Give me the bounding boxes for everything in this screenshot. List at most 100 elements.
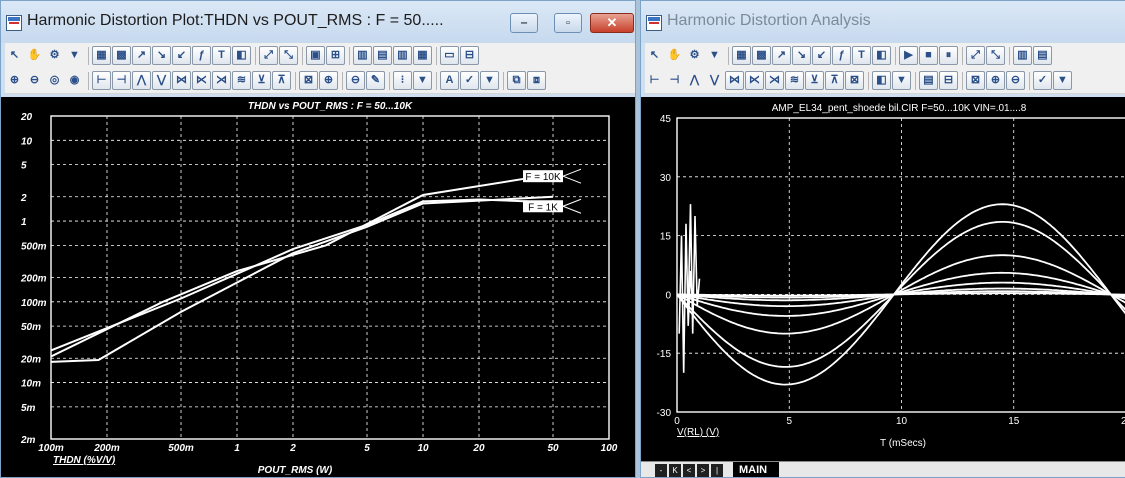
hand-icon[interactable]: ✋ (25, 46, 44, 65)
harmonic-analysis-window[interactable]: Harmonic Distortion Analysis ↖ ✋ ⚙ ▼ ▦ ▩ ↗ ↘ ↙ ƒ T… (640, 0, 1125, 478)
transient-chart[interactable]: 0 5 10 15 20 -30 -15 0 15 30 45 AMP_EL34_pent_shoed… (641, 97, 1125, 461)
minimize-button[interactable]: ‒ (510, 13, 538, 33)
toolbar-button-4[interactable]: ◉ (65, 71, 84, 90)
toolbar-button-5[interactable]: ▦ (732, 46, 751, 65)
thdn-plot-window[interactable]: Harmonic Distortion Plot:THDN vs POUT_RM… (0, 0, 636, 478)
title-bar[interactable]: Harmonic Distortion Plot:THDN vs POUT_RM… (1, 1, 635, 43)
toolbar-button-17[interactable]: ⊖ (346, 71, 365, 90)
toolbar-button-24[interactable]: ⧉ (507, 71, 526, 90)
toolbar-button-16[interactable]: ⊕ (319, 71, 338, 90)
maximize-button[interactable]: ▫ (554, 13, 582, 33)
toolbar-button-13[interactable]: ▶ (899, 46, 918, 65)
toolbar-button-25[interactable]: ⧈ (527, 71, 546, 90)
pointer-icon[interactable]: ↖ (5, 46, 24, 65)
toolbar-button-2[interactable]: ⊖ (25, 71, 44, 90)
toolbar-button-1[interactable]: ↖ (645, 46, 664, 65)
toolbar-button-17[interactable]: ⤡ (986, 46, 1005, 65)
toolbar-button-18[interactable]: ✎ (366, 71, 385, 90)
valley-icon[interactable]: ⊞ (326, 46, 345, 65)
toolbar-button-16[interactable]: ⊠ (966, 71, 985, 90)
panel-2-icon[interactable]: ▤ (373, 46, 392, 65)
toolbar-button-5[interactable]: ⋈ (725, 71, 744, 90)
toolbar-button-2[interactable]: ⊣ (665, 71, 684, 90)
panel-3-icon[interactable]: ▥ (393, 46, 412, 65)
close-button[interactable]: ✕ (590, 13, 634, 33)
dropdown-arrow-icon[interactable]: ▼ (65, 46, 84, 65)
toolbar-button-3[interactable]: ◎ (45, 71, 64, 90)
toolbar-button-6[interactable]: ▩ (752, 46, 771, 65)
toolbar-button-9[interactable]: ⊻ (805, 71, 824, 90)
properties-icon[interactable]: ◧ (232, 46, 251, 65)
toolbar-button-16[interactable]: ⤢ (966, 46, 985, 65)
tab-nav-prev[interactable]: < (683, 464, 695, 477)
tab-nav-last[interactable]: | (711, 464, 723, 477)
toolbar-button-18[interactable]: ⊖ (1006, 71, 1025, 90)
zoom-x-icon[interactable]: ↘ (152, 46, 171, 65)
cursor-2-icon[interactable]: ⤡ (279, 46, 298, 65)
toolbar-button-11[interactable]: T (852, 46, 871, 65)
toolbar-button-6[interactable]: ⋉ (745, 71, 764, 90)
toolbar-button-17[interactable]: ⊕ (986, 71, 1005, 90)
function-icon[interactable]: ƒ (192, 46, 211, 65)
tab-nav-next[interactable]: > (697, 464, 709, 477)
title-bar[interactable]: Harmonic Distortion Analysis (641, 1, 1125, 43)
toolbar-button-12[interactable]: ≋ (232, 71, 251, 90)
tab-nav-begin[interactable]: K (669, 464, 681, 477)
toolbar-button-10[interactable]: ƒ (832, 46, 851, 65)
toolbar-button-3[interactable]: ⚙ (685, 46, 704, 65)
toolbar-button-4[interactable]: ⋁ (705, 71, 724, 90)
toolbar-button-9[interactable]: ⋈ (172, 71, 191, 90)
toolbar-button-10[interactable]: ⋉ (192, 71, 211, 90)
toolbar-button-23[interactable]: ▼ (480, 71, 499, 90)
toolbar-button-7[interactable]: ↗ (772, 46, 791, 65)
toolbar-button-10[interactable]: ⊼ (825, 71, 844, 90)
toolbar-button-8[interactable]: ⋁ (152, 71, 171, 90)
panel-5-icon[interactable]: ▭ (440, 46, 459, 65)
thdn-chart[interactable]: 100m 200m 500m 1 2 5 10 20 50 100 2m 5m 10m 20m 50m 100… (1, 97, 636, 478)
toolbar-button-13[interactable]: ▼ (892, 71, 911, 90)
text-icon[interactable]: T (212, 46, 231, 65)
toolbar-button-12[interactable]: ◧ (872, 71, 891, 90)
toolbar-button-8[interactable]: ≋ (785, 71, 804, 90)
cursor-1-icon[interactable]: ⤢ (259, 46, 278, 65)
toolbar-button-22[interactable]: ✓ (460, 71, 479, 90)
toolbar-button-4[interactable]: ▼ (705, 46, 724, 65)
toolbar-button-1[interactable]: ⊕ (5, 71, 24, 90)
toolbar-button-9[interactable]: ↙ (812, 46, 831, 65)
toolbar-button-13[interactable]: ⊻ (252, 71, 271, 90)
scope-icon[interactable]: ⚙ (45, 46, 64, 65)
toolbar-button-14[interactable]: ▤ (919, 71, 938, 90)
toolbar-button-1[interactable]: ⊢ (645, 71, 664, 90)
toolbar-button-19[interactable]: ⁝ (393, 71, 412, 90)
peak-icon[interactable]: ▣ (306, 46, 325, 65)
zoom-y-icon[interactable]: ↙ (172, 46, 191, 65)
zoom-box-icon[interactable]: ▦ (92, 46, 111, 65)
zoom-fit-icon[interactable]: ↗ (132, 46, 151, 65)
toolbar-button-2[interactable]: ✋ (665, 46, 684, 65)
toolbar-button-19[interactable]: ✓ (1033, 71, 1052, 90)
tab-nav-first[interactable]: - (655, 464, 667, 477)
tab-main[interactable]: MAIN (733, 462, 779, 477)
toolbar-button-6[interactable]: ⊣ (112, 71, 131, 90)
toolbar-button-7[interactable]: ⋊ (765, 71, 784, 90)
toolbar-button-20[interactable]: ▼ (1053, 71, 1072, 90)
toolbar-button-15[interactable]: ⊠ (299, 71, 318, 90)
panel-6-icon[interactable]: ⊟ (460, 46, 479, 65)
toolbar-button-19[interactable]: ▤ (1033, 46, 1052, 65)
toolbar-button-12[interactable]: ◧ (872, 46, 891, 65)
toolbar-button-20[interactable]: ▼ (413, 71, 432, 90)
toolbar-button-15[interactable]: ⊟ (939, 71, 958, 90)
toolbar-button-11[interactable]: ⊠ (845, 71, 864, 90)
toolbar-button-3[interactable]: ⋀ (685, 71, 704, 90)
toolbar-button-5[interactable]: ⊢ (92, 71, 111, 90)
toolbar-button-7[interactable]: ⋀ (132, 71, 151, 90)
toolbar-button-11[interactable]: ⋊ (212, 71, 231, 90)
toolbar-button-21[interactable]: A (440, 71, 459, 90)
toolbar-button-15[interactable]: ⏸ (939, 46, 958, 65)
toolbar-button-14[interactable]: ⊼ (272, 71, 291, 90)
toolbar-button-18[interactable]: ▥ (1013, 46, 1032, 65)
panel-4-icon[interactable]: ▦ (413, 46, 432, 65)
panel-1-icon[interactable]: ▥ (353, 46, 372, 65)
toolbar-button-14[interactable]: ■ (919, 46, 938, 65)
toolbar-button-8[interactable]: ↘ (792, 46, 811, 65)
